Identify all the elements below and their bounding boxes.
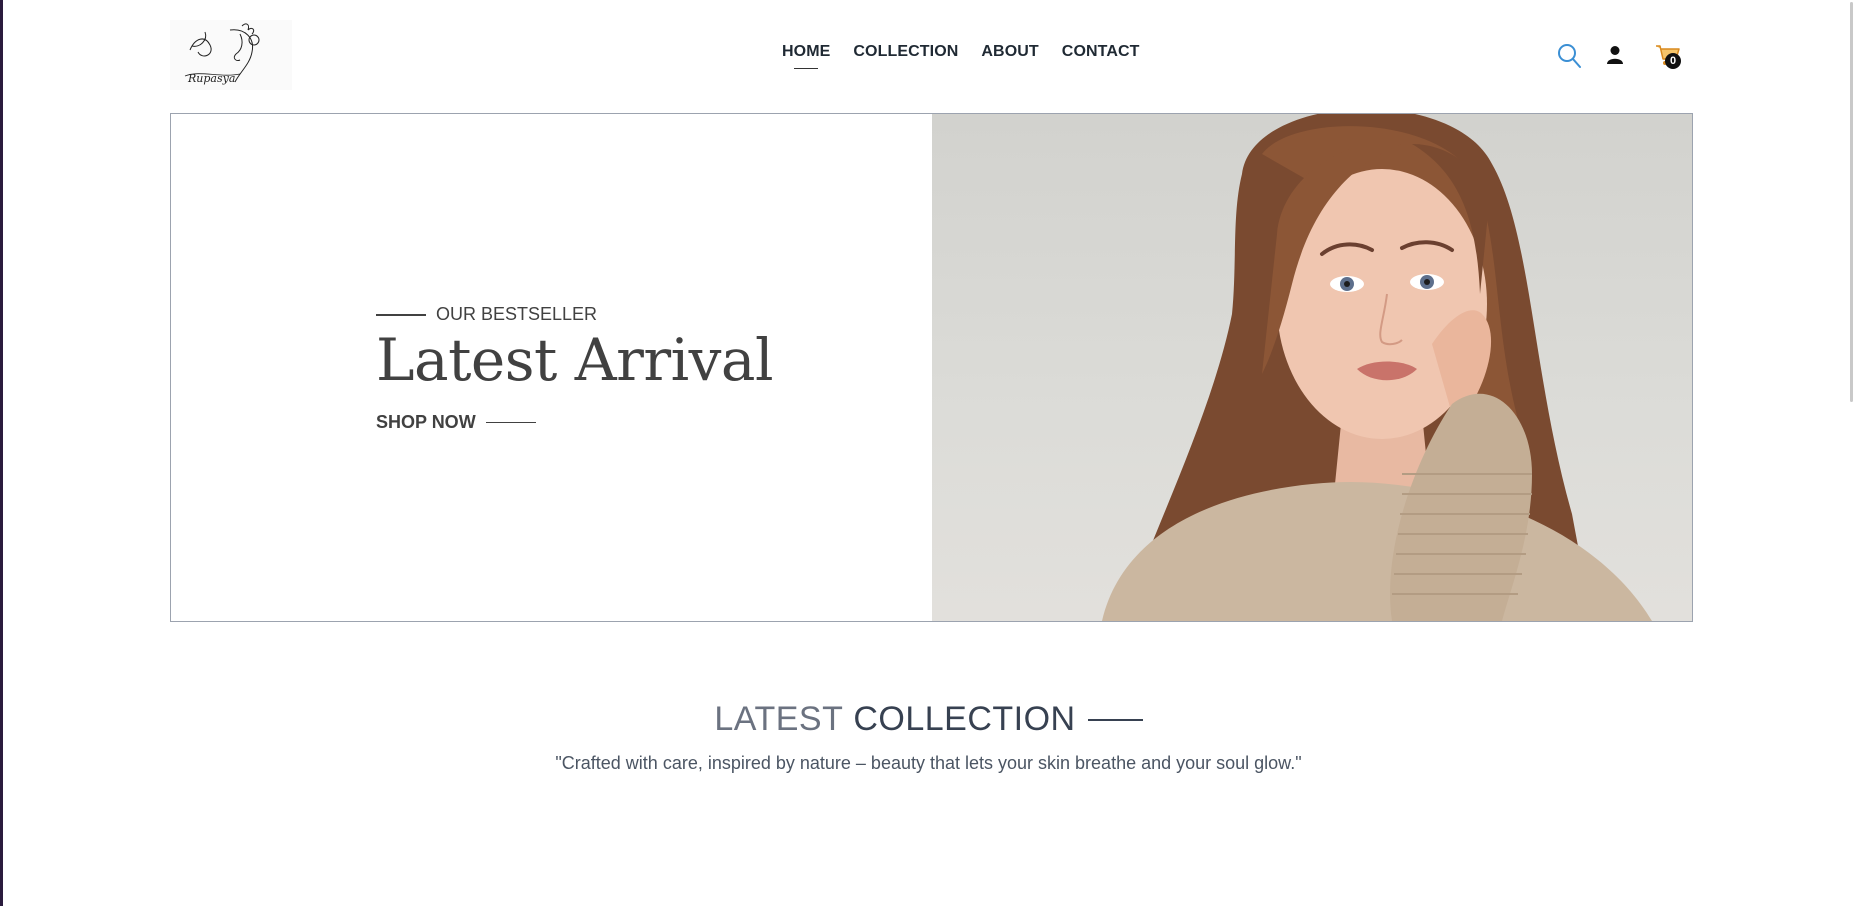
site-header: Rupasya HOME COLLECTION ABOUT CONTACT 0 — [170, 18, 1693, 92]
eyebrow-line — [376, 313, 426, 316]
nav-collection[interactable]: COLLECTION — [853, 43, 958, 61]
title-light: LATEST — [714, 700, 844, 738]
logo-text: Rupasya — [188, 72, 236, 85]
main-nav: HOME COLLECTION ABOUT CONTACT — [782, 43, 1140, 69]
nav-contact[interactable]: CONTACT — [1062, 43, 1140, 61]
nav-about[interactable]: ABOUT — [981, 43, 1038, 61]
logo[interactable]: Rupasya — [170, 20, 292, 90]
nav-home[interactable]: HOME — [782, 43, 830, 69]
shop-now-label[interactable]: SHOP NOW — [376, 412, 476, 433]
shop-now-line — [485, 422, 536, 423]
cart-count-badge: 0 — [1665, 53, 1681, 69]
search-icon[interactable] — [1557, 43, 1581, 74]
title-line — [1087, 718, 1143, 721]
hero-eyebrow: OUR BESTSELLER — [376, 304, 597, 325]
hero-image — [932, 114, 1692, 621]
eyebrow-text: OUR BESTSELLER — [436, 304, 598, 324]
hero-text-panel: OUR BESTSELLER Latest Arrival SHOP NOW — [171, 114, 932, 621]
title-dark: COLLECTION — [853, 700, 1076, 738]
header-icons: 0 — [1557, 43, 1693, 73]
latest-collection-section: LATEST COLLECTION "Crafted with care, in… — [0, 700, 1857, 774]
latest-collection-title: LATEST COLLECTION — [714, 700, 1143, 739]
shop-now-link[interactable]: SHOP NOW — [376, 412, 536, 433]
model-portrait-illustration — [1102, 114, 1652, 621]
hero-banner: OUR BESTSELLER Latest Arrival SHOP NOW — [170, 113, 1693, 622]
user-icon[interactable] — [1607, 45, 1623, 70]
latest-collection-subtitle: "Crafted with care, inspired by nature –… — [555, 753, 1302, 773]
hero-title: Latest Arrival — [376, 326, 774, 394]
cart-icon[interactable]: 0 — [1655, 43, 1681, 72]
scrollbar-thumb[interactable] — [1850, 2, 1853, 402]
